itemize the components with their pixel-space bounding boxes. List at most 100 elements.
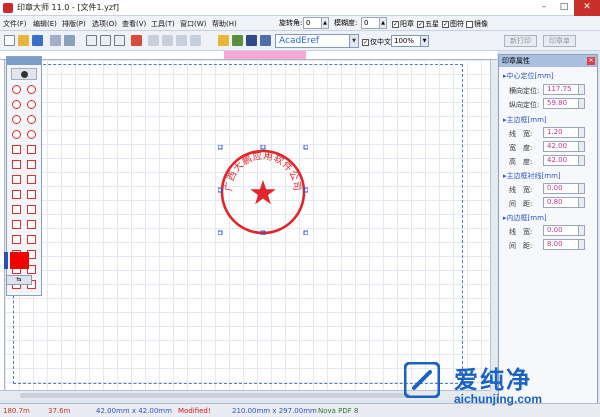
input-inner-spacing[interactable]: 8.00: [543, 239, 585, 250]
menu-file[interactable]: 文件(F): [3, 19, 27, 29]
input-border-line-width[interactable]: 1.20: [543, 127, 585, 138]
properties-panel-header: 印章属性 ✕: [499, 55, 597, 67]
triangle-tool-icon[interactable]: [27, 175, 36, 184]
cut-icon[interactable]: [86, 35, 97, 46]
color-link-icon[interactable]: ⇆: [6, 275, 32, 285]
distribute-icon[interactable]: [190, 35, 201, 46]
color-icon[interactable]: [232, 35, 243, 46]
double-circle-tool-icon[interactable]: [12, 100, 21, 109]
menu-help[interactable]: 帮助(H): [212, 19, 237, 29]
square-tool-icon[interactable]: [12, 160, 21, 169]
star-tool-icon[interactable]: [12, 235, 21, 244]
align-right-icon[interactable]: [176, 35, 187, 46]
properties-panel: 印章属性 ✕ ▸中心定位[mm] 横向定位: 117.75 纵向定位: 59.8…: [498, 54, 598, 404]
new-print-button[interactable]: 新打印: [504, 35, 537, 47]
check-symbol[interactable]: ✓ 图符: [442, 19, 464, 29]
check-positive-seal[interactable]: ✓ 阳章: [392, 19, 414, 29]
selection-handle[interactable]: [218, 145, 223, 150]
blur-spinner[interactable]: 0 ▲: [361, 17, 387, 29]
ring-seal-tool-icon[interactable]: [27, 85, 36, 94]
menu-window[interactable]: 窗口(W): [180, 19, 206, 29]
open-folder-icon[interactable]: [18, 35, 29, 46]
ellipse-ring-tool-icon[interactable]: [27, 130, 36, 139]
seal-list-button[interactable]: 印章单: [543, 35, 576, 47]
selection-handle[interactable]: [303, 145, 308, 150]
menu-edit[interactable]: 编辑(E): [33, 19, 57, 29]
vertical-scrollbar[interactable]: [490, 60, 497, 391]
new-file-icon[interactable]: [4, 35, 15, 46]
preview-eye-icon[interactable]: [11, 68, 37, 80]
input-inner-width[interactable]: 0.00: [543, 225, 585, 236]
menu-layout[interactable]: 排版(P): [62, 19, 86, 29]
section-inner-border[interactable]: ▸内边框[mm]: [503, 213, 547, 223]
menu-view[interactable]: 查看(V): [122, 19, 146, 29]
status-object-size: 42.00mm x 42.00mm: [96, 407, 172, 415]
section-main-border[interactable]: ▸主边框[mm]: [503, 115, 547, 125]
print-preview-icon[interactable]: [50, 35, 61, 46]
input-vertical-position[interactable]: 59.80: [543, 98, 585, 109]
border-tool-icon[interactable]: [27, 220, 36, 229]
save-icon[interactable]: [32, 35, 43, 46]
label-vertical-position: 纵向定位:: [509, 101, 540, 109]
menu-tools[interactable]: 工具(T): [151, 19, 175, 29]
check-only-chinese[interactable]: ✓ 仅中文: [362, 37, 391, 47]
section-center-position[interactable]: ▸中心定位[mm]: [503, 71, 554, 81]
close-button[interactable]: ✕: [574, 0, 600, 16]
ellipse-tool-icon[interactable]: [12, 130, 21, 139]
check-five-star[interactable]: ✓ 五星: [417, 19, 439, 29]
menu-options[interactable]: 选项(O): [92, 19, 117, 29]
section-border-liner[interactable]: ▸主边框衬线[mm]: [503, 171, 561, 181]
input-liner-width[interactable]: 0.00: [543, 183, 585, 194]
label-liner-spacing: 间 距:: [509, 200, 533, 208]
rect-frame-tool-icon[interactable]: [27, 145, 36, 154]
square-frame-tool-icon[interactable]: [27, 160, 36, 169]
label-liner-width: 线 宽:: [509, 186, 533, 194]
label-horizontal-position: 横向定位:: [509, 87, 540, 95]
input-liner-spacing[interactable]: 0.80: [543, 197, 585, 208]
primary-color-swatch[interactable]: [10, 252, 29, 269]
selection-handle[interactable]: [218, 230, 223, 235]
delete-icon[interactable]: [131, 35, 142, 46]
secondary-color-swatch[interactable]: [4, 252, 8, 269]
input-horizontal-position[interactable]: 117.75: [543, 84, 585, 95]
align-center-icon[interactable]: [162, 35, 173, 46]
seal-graphic[interactable]: 广西大鹏应用软件公司: [218, 145, 308, 235]
grid-tool-icon[interactable]: [12, 205, 21, 214]
image-icon[interactable]: [218, 35, 229, 46]
align-left-icon[interactable]: [148, 35, 159, 46]
title-bar: 印章大师 11.0 - [文件1.yzf] – □ ✕: [0, 0, 600, 16]
arc-text-tool-icon[interactable]: [27, 190, 36, 199]
maximize-button[interactable]: □: [554, 0, 574, 16]
selection-handle[interactable]: [303, 230, 308, 235]
circle-seal-tool-icon[interactable]: [12, 85, 21, 94]
print-icon[interactable]: [64, 35, 75, 46]
check-mirror[interactable]: 镜像: [466, 19, 488, 29]
oval-tool-icon[interactable]: [12, 115, 21, 124]
app-logo-icon: [3, 3, 13, 13]
settings-icon[interactable]: [260, 35, 271, 46]
copy-icon[interactable]: [100, 35, 111, 46]
oval-ring-tool-icon[interactable]: [27, 115, 36, 124]
blur-label: 模糊度:: [334, 19, 358, 27]
zoom-select[interactable]: 100% ▼: [391, 35, 429, 47]
paste-icon[interactable]: [114, 35, 125, 46]
dot-circle-tool-icon[interactable]: [27, 100, 36, 109]
font-select[interactable]: AcadEref ▼: [275, 34, 359, 48]
grid-icon[interactable]: [246, 35, 257, 46]
minimize-button[interactable]: –: [534, 0, 554, 16]
line-tool-icon[interactable]: [12, 220, 21, 229]
rotate-label: 旋转角:: [279, 19, 303, 27]
selection-handle[interactable]: [260, 145, 266, 150]
input-seal-height[interactable]: 42.00: [543, 155, 585, 166]
site-watermark: 爱纯净 aichunjing.com: [398, 356, 594, 412]
symbol-tool-icon[interactable]: [27, 235, 36, 244]
input-seal-width[interactable]: 42.00: [543, 141, 585, 152]
rotate-spinner[interactable]: 0 ▲: [303, 17, 329, 29]
tool-palette-header[interactable]: [7, 57, 41, 65]
text-tool-icon[interactable]: [12, 190, 21, 199]
label-border-width: 线 宽:: [509, 130, 533, 138]
diamond-tool-icon[interactable]: [12, 175, 21, 184]
table-tool-icon[interactable]: [27, 205, 36, 214]
panel-close-icon[interactable]: ✕: [587, 57, 595, 65]
rect-tool-icon[interactable]: [12, 145, 21, 154]
